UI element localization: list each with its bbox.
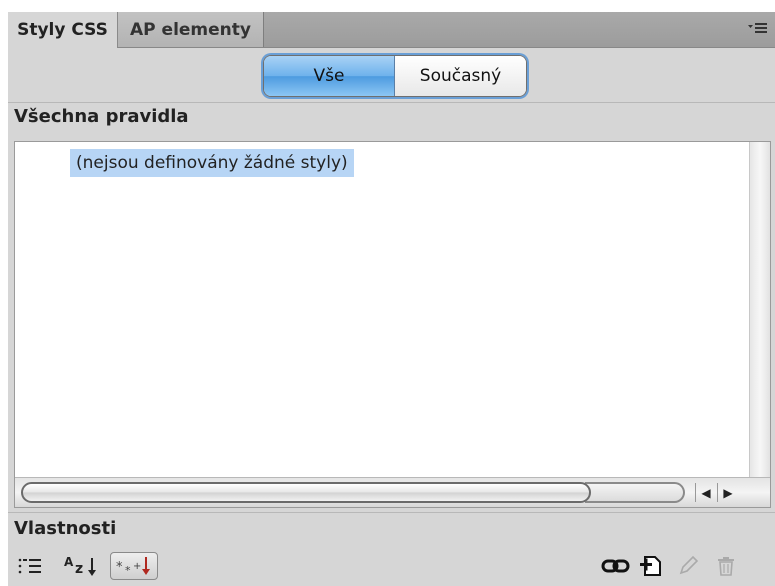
- tab-ap-elements[interactable]: AP elementy: [118, 12, 264, 47]
- scroll-thumb[interactable]: [21, 482, 591, 503]
- svg-text:A: A: [64, 555, 74, 569]
- svg-text:*: *: [116, 560, 123, 575]
- current-mode-button[interactable]: Současný: [395, 56, 526, 96]
- all-mode-button[interactable]: Vše: [264, 56, 395, 96]
- scroll-left-arrow-icon[interactable]: ◀: [695, 483, 716, 502]
- set-properties-only-icon[interactable]: * * +: [110, 552, 158, 580]
- alphabetical-view-icon[interactable]: A z: [60, 552, 104, 580]
- scroll-track[interactable]: [585, 482, 685, 503]
- properties-heading: Vlastnosti: [14, 518, 117, 539]
- rules-list[interactable]: (nejsou definovány žádné styly) ◀ ▶: [14, 141, 771, 508]
- panel-tab-bar: Styly CSS AP elementy: [8, 12, 775, 48]
- divider: [8, 512, 775, 513]
- view-mode-toggle: Vše Současný: [263, 55, 527, 97]
- svg-text:*: *: [125, 564, 131, 577]
- css-styles-panel: Styly CSS AP elementy Vše Současný Všech…: [8, 12, 775, 586]
- delete-css-rule-icon: [712, 552, 740, 580]
- edit-style-icon: [674, 552, 702, 580]
- scroll-right-arrow-icon[interactable]: ▶: [717, 483, 738, 502]
- panel-options-menu-icon[interactable]: [747, 19, 769, 39]
- divider: [8, 102, 775, 103]
- properties-toolbar: A z * * +: [8, 549, 775, 585]
- horizontal-scrollbar[interactable]: ◀ ▶: [15, 477, 770, 507]
- attach-stylesheet-icon[interactable]: [600, 552, 632, 580]
- tab-css-styles[interactable]: Styly CSS: [8, 12, 118, 48]
- svg-text:+: +: [133, 561, 141, 572]
- vertical-scrollbar[interactable]: [749, 142, 770, 477]
- new-css-rule-icon[interactable]: [638, 552, 666, 580]
- svg-text:z: z: [75, 561, 83, 577]
- empty-rules-message[interactable]: (nejsou definovány žádné styly): [70, 149, 354, 177]
- all-rules-heading: Všechna pravidla: [14, 106, 189, 127]
- category-view-icon[interactable]: [14, 552, 46, 580]
